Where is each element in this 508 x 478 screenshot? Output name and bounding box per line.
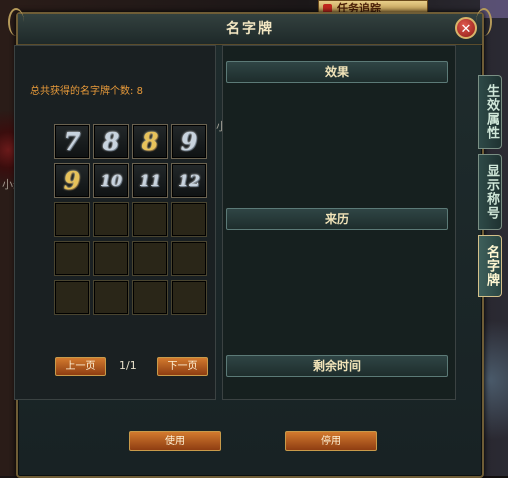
nameplate-number-icon: 9: [180, 127, 198, 156]
empty-nameplate-slot[interactable]: [93, 241, 129, 276]
nameplate-number-icon: 11: [138, 171, 162, 190]
origin-header: 来历: [226, 208, 448, 230]
nameplate-slot[interactable]: 10: [93, 163, 129, 198]
empty-nameplate-slot[interactable]: [93, 280, 129, 315]
empty-nameplate-slot[interactable]: [132, 241, 168, 276]
tab-active-attributes[interactable]: 生效属性: [478, 75, 502, 149]
disable-button[interactable]: 停用: [285, 431, 377, 451]
empty-nameplate-slot[interactable]: [171, 280, 207, 315]
empty-nameplate-slot[interactable]: [54, 280, 90, 315]
empty-nameplate-slot[interactable]: [54, 202, 90, 237]
nameplate-slot[interactable]: 8: [93, 124, 129, 159]
nameplate-slot[interactable]: 12: [171, 163, 207, 198]
background-chat-text: [306, 34, 468, 174]
prev-page-button[interactable]: 上一页: [55, 357, 106, 376]
nameplate-slot[interactable]: 11: [132, 163, 168, 198]
tab-show-title[interactable]: 显示称号: [478, 154, 502, 230]
nameplate-number-icon: 9: [63, 166, 81, 195]
nameplate-number-icon: 8: [141, 127, 159, 156]
nameplate-number-icon: 12: [177, 171, 201, 190]
count-label: 总共获得的名字牌个数:: [30, 86, 134, 97]
nameplate-slot[interactable]: 7: [54, 124, 90, 159]
nameplate-count: 总共获得的名字牌个数: 8: [30, 82, 143, 97]
empty-nameplate-slot[interactable]: [132, 280, 168, 315]
remaining-time-header: 剩余时间: [226, 355, 448, 377]
next-page-button[interactable]: 下一页: [157, 357, 208, 376]
nameplate-grid: 7 8 8 9 9 10 11 12: [54, 124, 210, 315]
nameplate-slot[interactable]: 8: [132, 124, 168, 159]
empty-nameplate-slot[interactable]: [93, 202, 129, 237]
empty-nameplate-slot[interactable]: [132, 202, 168, 237]
tab-nameplate[interactable]: 名字牌: [478, 235, 502, 297]
count-value: 8: [136, 86, 143, 97]
nameplate-slot[interactable]: 9: [171, 124, 207, 159]
empty-nameplate-slot[interactable]: [171, 241, 207, 276]
empty-nameplate-slot[interactable]: [54, 241, 90, 276]
nameplate-number-icon: 10: [99, 171, 123, 190]
use-button[interactable]: 使用: [129, 431, 221, 451]
empty-nameplate-slot[interactable]: [171, 202, 207, 237]
nameplate-number-icon: 7: [63, 127, 81, 156]
nameplate-number-icon: 8: [102, 127, 120, 156]
page-indicator: 1/1: [119, 359, 137, 372]
effect-header: 效果: [226, 61, 448, 83]
nameplate-slot[interactable]: 9: [54, 163, 90, 198]
